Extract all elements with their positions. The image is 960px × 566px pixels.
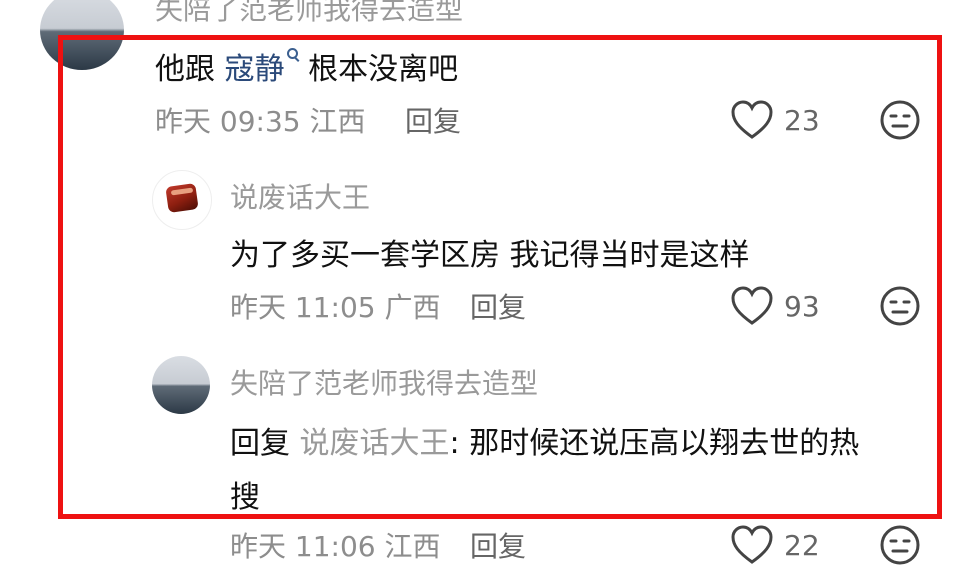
reply-text: 回复 说废话大王: 那时候还说压高以翔去世的热 [230, 418, 859, 462]
reply-text-line2: 搜 [230, 480, 260, 515]
heart-icon [731, 286, 773, 325]
comment-text-before: 他跟 [155, 52, 225, 87]
reply-text-line1: : 那时候还说压高以翔去世的热 [449, 426, 860, 461]
reply-time-location: 昨天 11:05 广西 [230, 291, 441, 324]
dislike-face-button[interactable] [879, 285, 921, 327]
dislike-face-button[interactable] [879, 524, 921, 566]
search-icon [286, 48, 299, 62]
comment-text-after: 根本没离吧 [298, 52, 459, 87]
like-button[interactable]: 23 [730, 100, 820, 140]
comment-author-name[interactable]: 失陪了范老师我得去造型 [155, 0, 463, 28]
like-count: 23 [784, 103, 820, 137]
dislike-face-button[interactable] [879, 99, 921, 141]
like-count: 22 [784, 528, 820, 562]
braised-pork-avatar-icon[interactable] [152, 170, 212, 230]
reply-text: 为了多买一套学区房 我记得当时是这样 [230, 238, 750, 273]
comment-text: 他跟 寇静 根本没离吧 [155, 44, 458, 88]
reply-button[interactable]: 回复 [405, 100, 461, 140]
reply-prefix: 回复 [230, 426, 300, 461]
like-button[interactable]: 22 [730, 525, 820, 565]
pork-meat-shape [165, 183, 199, 213]
neutral-face-icon [880, 100, 920, 140]
reply-to-name[interactable]: 说废话大王 [300, 426, 450, 461]
heart-icon [731, 525, 773, 564]
reply-button[interactable]: 回复 [470, 525, 526, 565]
reply-author-name[interactable]: 失陪了范老师我得去造型 [230, 362, 538, 402]
like-count: 93 [784, 289, 820, 323]
seascape-avatar-icon[interactable] [152, 356, 210, 414]
seascape-avatar-icon[interactable] [40, 0, 124, 70]
neutral-face-icon [880, 286, 920, 326]
neutral-face-icon [880, 525, 920, 565]
like-button[interactable]: 93 [730, 286, 820, 326]
heart-icon [731, 100, 773, 139]
comment-time-location: 昨天 09:35 江西 [155, 105, 366, 138]
reply-author-name[interactable]: 说废话大王 [230, 176, 370, 216]
reply-time-location: 昨天 11:06 江西 [230, 530, 441, 563]
reply-button[interactable]: 回复 [470, 286, 526, 326]
mention-link[interactable]: 寇静 [225, 52, 285, 87]
